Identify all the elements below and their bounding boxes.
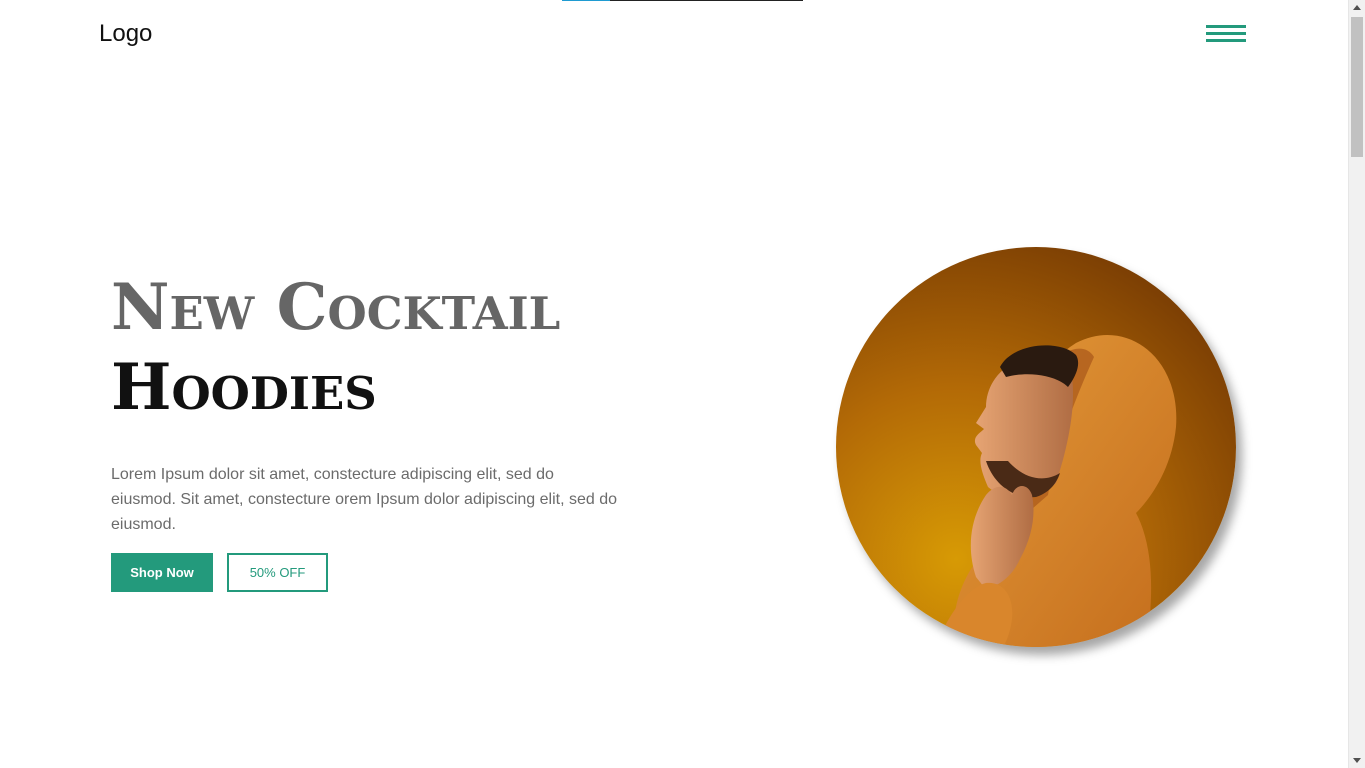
scroll-progress-fill [562,0,611,1]
hero-description: Lorem Ipsum dolor sit amet, constecture … [111,466,618,533]
scroll-down-icon[interactable] [1353,758,1361,763]
vertical-scrollbar[interactable] [1348,0,1365,768]
logo[interactable]: Logo [99,20,152,48]
hero-title: New Cocktail Hoodies [111,268,560,428]
hero-image [836,247,1236,647]
shop-now-button[interactable]: Shop Now [111,553,213,592]
hamburger-line [1206,32,1246,35]
hamburger-line [1206,25,1246,28]
hero-title-line1: New Cocktail [111,270,561,345]
hamburger-menu-icon[interactable] [1206,25,1246,45]
page: Logo New Cocktail Hoodies Lorem Ipsum do… [0,0,1365,768]
scroll-up-icon[interactable] [1353,5,1361,10]
discount-button[interactable]: 50% OFF [227,553,328,592]
hero-title-line2: Hoodies [111,350,377,425]
scroll-progress-bar [562,0,803,1]
hamburger-line [1206,39,1246,42]
hoodie-model-illustration [836,247,1236,647]
scrollbar-thumb[interactable] [1351,17,1363,157]
